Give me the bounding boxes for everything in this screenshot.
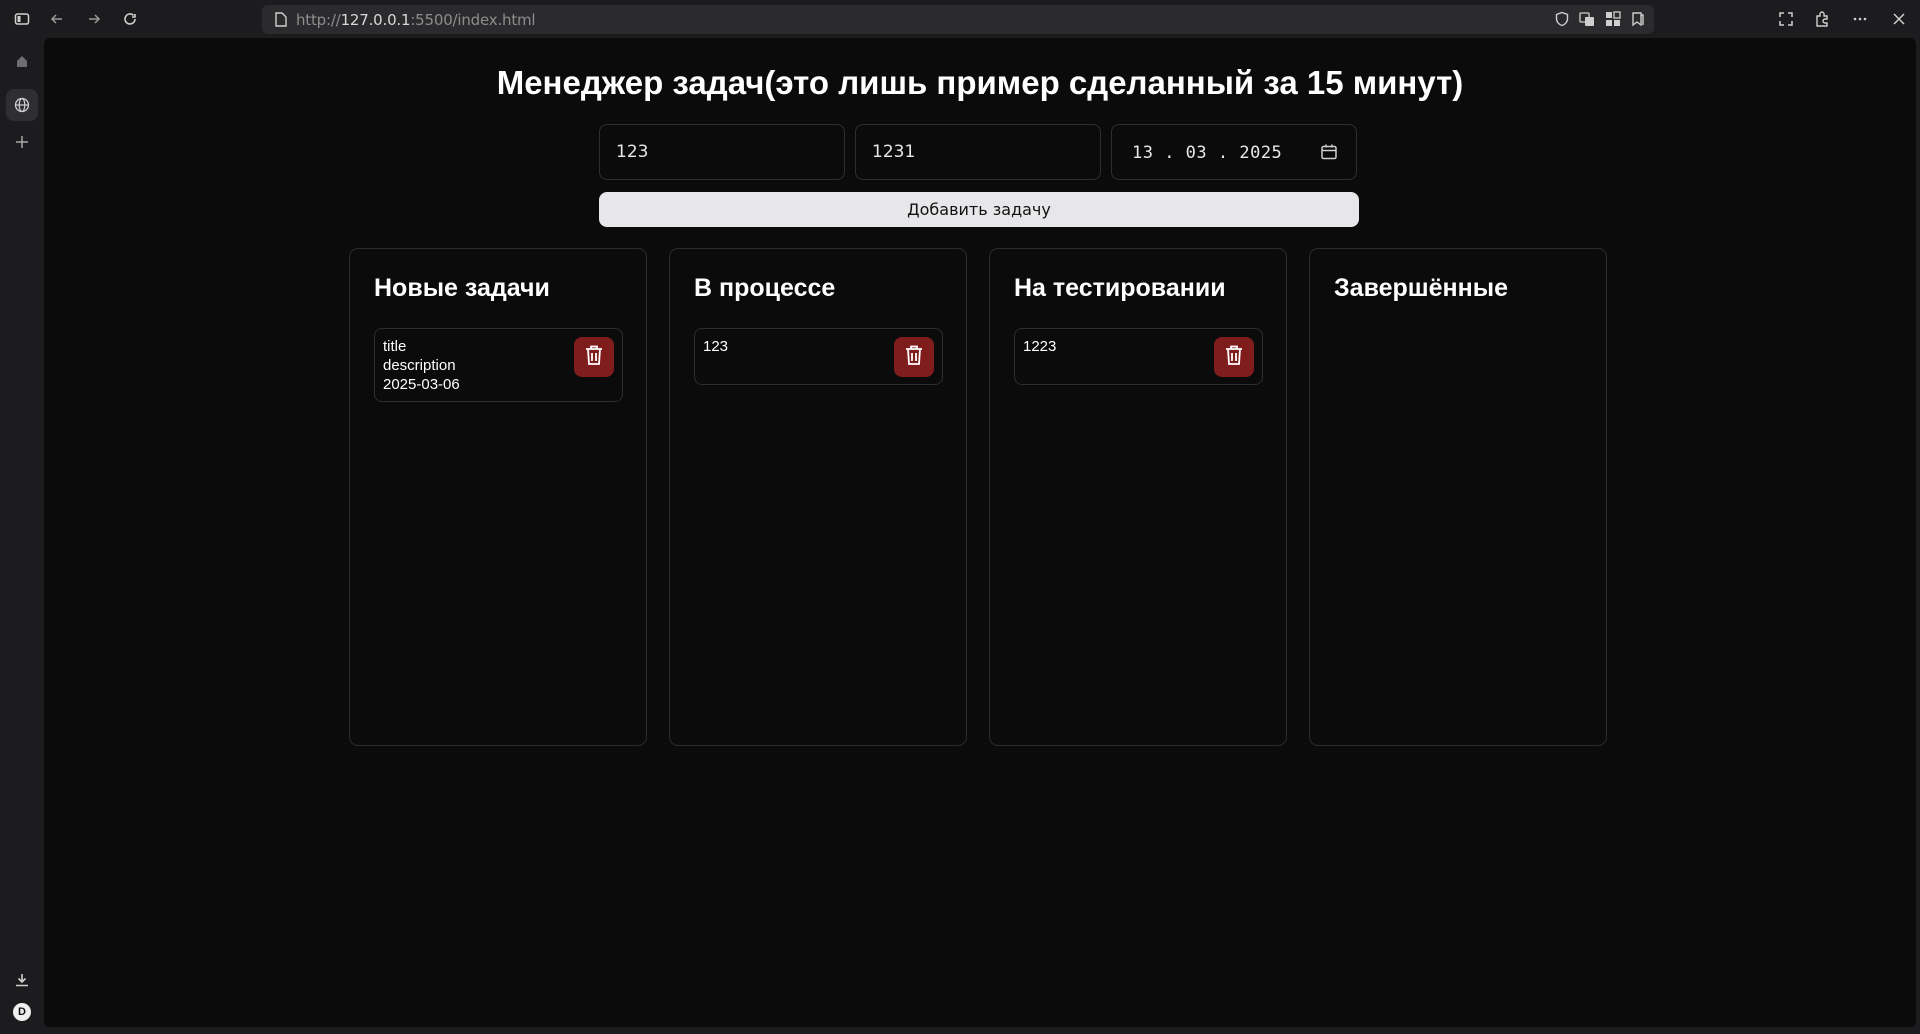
address-bar[interactable]: http://127.0.0.1:5500/index.html [262, 5, 1654, 34]
task-card[interactable]: 123 [694, 328, 943, 385]
date-field[interactable]: 13 . 03 . 2025 [1111, 124, 1357, 180]
column-new-tasks: Новые задачи title description 2025-03-0… [349, 248, 647, 746]
column-title: Завершённые [1334, 274, 1508, 302]
column-title: Новые задачи [374, 274, 550, 302]
task-form: 13 . 03 . 2025 [599, 124, 1359, 182]
profile-initial: D [13, 1003, 31, 1021]
trash-icon [904, 344, 924, 371]
sidebar-toggle-icon[interactable] [12, 9, 32, 29]
download-icon[interactable] [6, 964, 38, 996]
column-title: В процессе [694, 274, 836, 302]
page-viewport: Менеджер задач(это лишь пример сделанный… [44, 38, 1916, 1027]
bookmark-icon[interactable] [1630, 11, 1648, 29]
delete-task-button[interactable] [1214, 337, 1254, 377]
close-window-icon[interactable] [1889, 9, 1909, 29]
globe-icon[interactable] [6, 89, 38, 121]
browser-toolbar: http://127.0.0.1:5500/index.html [0, 0, 1920, 38]
title-field[interactable] [599, 124, 845, 180]
extensions-icon[interactable] [1812, 9, 1832, 29]
description-field[interactable] [855, 124, 1101, 180]
page-icon [274, 12, 288, 32]
calendar-icon[interactable] [1320, 143, 1338, 161]
task-date: 2025-03-06 [383, 376, 460, 393]
description-input[interactable] [856, 125, 1100, 179]
apps-grid-icon[interactable] [1605, 11, 1623, 29]
more-menu-icon[interactable] [1850, 9, 1870, 29]
delete-task-button[interactable] [894, 337, 934, 377]
date-input-value[interactable]: 13 . 03 . 2025 [1132, 143, 1282, 163]
delete-task-button[interactable] [574, 337, 614, 377]
title-input[interactable] [600, 125, 844, 179]
home-icon[interactable] [6, 45, 38, 77]
shield-icon[interactable] [1554, 11, 1572, 29]
column-title: На тестировании [1014, 274, 1226, 302]
column-done: Завершённые [1309, 248, 1607, 746]
new-tab-plus-icon[interactable] [6, 126, 38, 158]
browser-sidebar: D [0, 38, 44, 1034]
trash-icon [1224, 344, 1244, 371]
add-task-button[interactable]: Добавить задачу [599, 192, 1359, 227]
forward-arrow-icon[interactable] [84, 9, 104, 29]
fullscreen-icon[interactable] [1776, 9, 1796, 29]
task-card[interactable]: title description 2025-03-06 [374, 328, 623, 402]
back-arrow-icon[interactable] [47, 9, 67, 29]
column-in-progress: В процессе 123 [669, 248, 967, 746]
column-testing: На тестировании 1223 [989, 248, 1287, 746]
url-text[interactable]: http://127.0.0.1:5500/index.html [296, 11, 536, 29]
profile-avatar[interactable]: D [6, 996, 38, 1028]
translate-icon[interactable] [1579, 11, 1597, 29]
trash-icon [584, 344, 604, 371]
task-card[interactable]: 1223 [1014, 328, 1263, 385]
page-title: Менеджер задач(это лишь пример сделанный… [496, 64, 1464, 101]
reload-icon[interactable] [120, 9, 140, 29]
